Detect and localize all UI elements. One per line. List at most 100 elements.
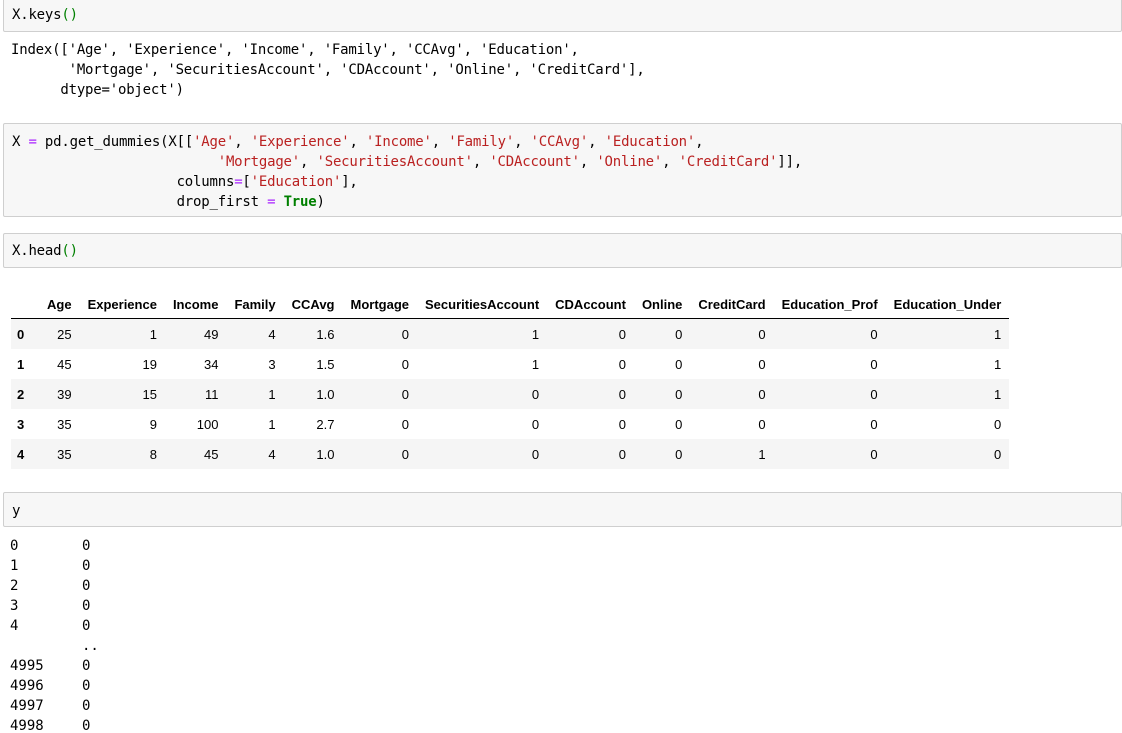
series-index: 3 [10,598,19,614]
table-cell: 49 [203,326,219,342]
code-string: 'CreditCard' [678,154,778,170]
table-cell: 0 [401,416,409,432]
code-paren: () [61,243,78,259]
notebook: X.keys() Index(['Age', 'Experience', 'In… [0,0,1122,733]
code-string: 'Income' [365,134,432,150]
code-token: columns [176,174,235,190]
series-value: 0 [82,538,91,554]
table-cell: 1 [758,446,766,462]
table-cell: 0 [758,356,766,372]
code-string: 'SecuritiesAccount' [316,154,473,170]
code-text: X.head [12,243,62,259]
row-index: 3 [17,416,25,432]
row-index: 2 [17,386,25,402]
code-string: 'Online' [596,154,663,170]
table-cell: 0 [618,446,626,462]
table-cell: 0 [618,356,626,372]
table-cell: 1.6 [316,326,335,342]
code-keys[interactable]: X.keys() [12,5,78,25]
table-cell: 0 [618,326,626,342]
table-cell: 0 [401,326,409,342]
table-cell: 0 [531,446,540,462]
row-index: 0 [17,326,25,342]
column-header: Education_Under [885,290,1010,319]
table-cell: 0 [675,356,683,372]
table-cell: 0 [675,416,683,432]
table-row: 1 45 19 34 3 1.5 0 1 0 0 0 0 1 [11,349,1009,379]
column-header: Mortgage [342,290,417,319]
column-header: CDAccount [547,290,634,319]
table-row: 3 35 9 100 1 2.7 0 0 0 0 0 0 0 [11,409,1009,439]
column-header: Online [633,290,691,319]
code-keyword: True [283,194,317,210]
table-cell: 19 [142,356,157,372]
table-row: 0 25 1 49 4 1.6 0 1 0 0 0 0 1 [11,318,1010,349]
series-index: 4998 [10,718,44,733]
table-cell: 25 [57,326,72,342]
table-cell: 0 [870,386,878,402]
table-cell: 0 [758,416,766,432]
code-token: X [12,134,29,150]
code-string: 'Experience' [250,134,350,150]
table-cell: 100 [196,416,219,432]
table-cell: 0 [618,416,626,432]
table-cell: 0 [758,386,766,402]
table-cell: 0 [675,446,683,462]
table-cell: 8 [149,446,157,462]
code-y[interactable]: y [12,501,20,521]
table-cell: 0 [758,326,766,342]
code-string: 'Education' [604,134,696,150]
code-cell-keys[interactable]: X.keys() [3,0,1122,32]
table-cell: 0 [994,416,1002,432]
series-index: 4995 [10,658,44,674]
code-cell-head[interactable]: X.head() [3,233,1122,268]
column-header: CreditCard [690,290,774,319]
series-value: 0 [82,678,91,694]
code-operator: = [234,174,243,190]
series-index: 4 [10,618,19,634]
series-value: 0 [82,658,91,674]
table-header-row: Age Experience Income Family CCAvg Mortg… [11,290,1010,319]
series-value: 0 [82,698,91,714]
table-cell: 1.0 [316,386,335,402]
series-value: .. [82,638,99,654]
table-cell: 1.5 [316,356,335,372]
series-index: 4996 [10,678,44,694]
series-value: 0 [82,578,91,594]
index-header [11,290,39,319]
table-cell: 39 [57,386,72,402]
table-cell: 35 [57,446,72,462]
code-string: 'Education' [250,174,342,190]
code-string: 'Age' [193,134,235,150]
table-cell: 2.7 [316,416,335,432]
table-cell: 0 [401,356,409,372]
table-cell: 0 [618,386,626,402]
column-header: Experience [79,290,165,319]
table-cell: 35 [57,416,72,432]
column-header: CCAvg [283,290,343,319]
code-dummies[interactable]: X = pd.get_dummies(X[['Age', 'Experience… [12,132,802,212]
column-header: Education_Prof [773,290,886,319]
series-index: 1 [10,558,19,574]
series-index: 2 [10,578,19,594]
table-cell: 9 [149,416,157,432]
code-cell-dummies[interactable]: X = pd.get_dummies(X[['Age', 'Experience… [3,123,1122,217]
output-keys: Index(['Age', 'Experience', 'Income', 'F… [11,40,645,100]
table-cell: 1 [531,356,540,372]
column-header: Income [164,290,227,319]
table-cell: 0 [531,386,540,402]
code-cell-y[interactable]: y [3,492,1122,527]
code-operator: = [28,134,37,150]
dataframe-table: Age Experience Income Family CCAvg Mortg… [11,290,1010,469]
output-line: Index(['Age', 'Experience', 'Income', 'F… [11,42,579,58]
code-token: drop_first [176,194,268,210]
table-cell: 0 [870,326,878,342]
series-value: 0 [82,718,91,733]
table-cell: 1 [268,386,276,402]
column-header: Age [39,290,80,319]
code-head[interactable]: X.head() [12,241,78,261]
table-cell: 45 [203,446,219,462]
code-string: 'Family' [448,134,515,150]
series-index: 0 [10,538,19,554]
table-cell: 0 [401,446,409,462]
